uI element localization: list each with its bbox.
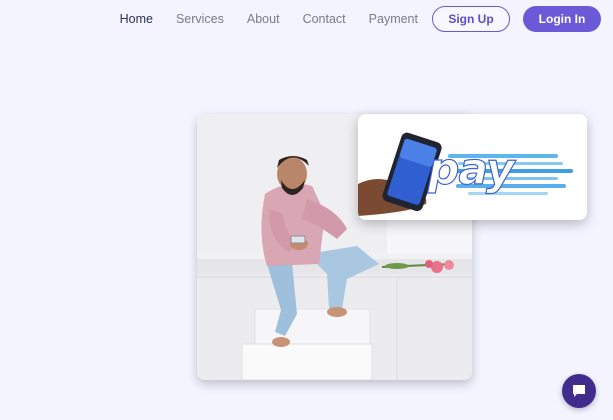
chat-bubble-icon [573, 385, 585, 397]
nav-link-about[interactable]: About [247, 12, 280, 26]
login-button[interactable]: Login In [523, 6, 601, 32]
phone-pay-illustration: pay [358, 114, 587, 220]
landing-page: Home Services About Contact Payment Sign… [0, 0, 613, 420]
sign-up-button[interactable]: Sign Up [432, 6, 510, 32]
nav-link-payment[interactable]: Payment [369, 12, 418, 26]
chat-button[interactable] [562, 374, 596, 408]
nav-link-contact[interactable]: Contact [303, 12, 346, 26]
nav-link-home[interactable]: Home [120, 12, 153, 26]
nav-link-services[interactable]: Services [176, 12, 224, 26]
pay-word: pay [427, 144, 517, 195]
nav-links: Home Services About Contact Payment [120, 12, 418, 26]
pay-graphic: pay [358, 114, 587, 220]
top-nav: Home Services About Contact Payment Sign… [0, 5, 601, 33]
